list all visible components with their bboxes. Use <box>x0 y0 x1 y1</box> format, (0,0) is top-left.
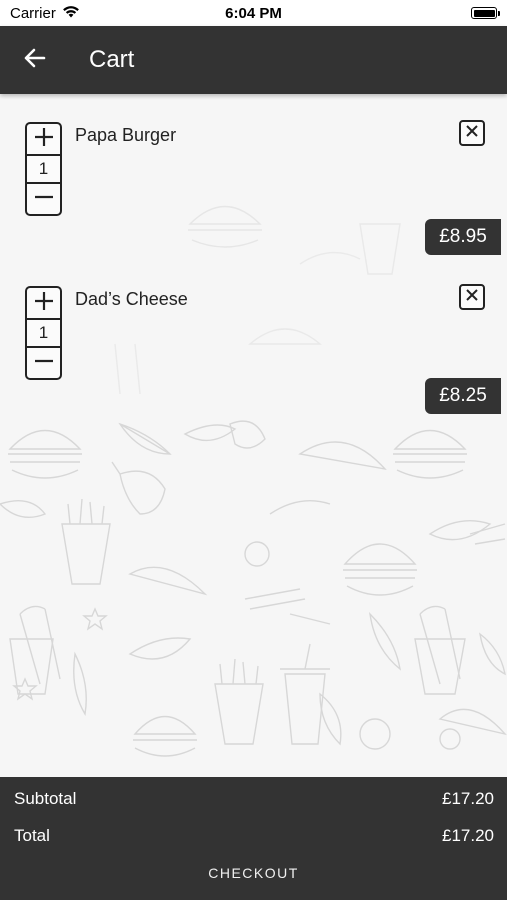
cart-item: 1 Dad’s Cheese £8.25 <box>0 284 507 436</box>
status-bar: Carrier 6:04 PM <box>0 0 507 26</box>
decrease-quantity-button[interactable] <box>27 184 60 214</box>
quantity-value: 1 <box>27 318 60 348</box>
minus-icon <box>34 187 54 212</box>
close-icon <box>465 124 479 143</box>
wifi-icon <box>62 5 80 22</box>
quantity-stepper: 1 <box>25 286 62 380</box>
decrease-quantity-button[interactable] <box>27 348 60 378</box>
app-header: Cart <box>0 26 507 94</box>
cart-content: 1 Papa Burger £8.95 1 Dad’s Cheese £8.25 <box>0 94 507 777</box>
plus-icon <box>34 127 54 152</box>
item-name: Dad’s Cheese <box>75 289 188 309</box>
increase-quantity-button[interactable] <box>27 124 60 154</box>
carrier-label: Carrier <box>10 4 56 22</box>
quantity-value: 1 <box>27 154 60 184</box>
cart-item: 1 Papa Burger £8.95 <box>0 120 507 272</box>
increase-quantity-button[interactable] <box>27 288 60 318</box>
back-button[interactable] <box>0 26 70 94</box>
total-label: Total <box>14 826 50 845</box>
subtotal-label: Subtotal <box>14 789 77 808</box>
cart-summary-footer: Subtotal £17.20 Total £17.20 CHECKOUT <box>0 777 507 900</box>
item-price-badge: £8.25 <box>425 378 501 414</box>
battery-icon <box>471 7 500 19</box>
minus-icon <box>34 351 54 376</box>
status-left: Carrier <box>10 5 80 22</box>
close-icon <box>465 288 479 307</box>
item-name: Papa Burger <box>75 125 177 145</box>
remove-item-button[interactable] <box>459 120 485 146</box>
plus-icon <box>34 291 54 316</box>
arrow-left-icon <box>24 48 46 73</box>
total-value: £17.20 <box>442 826 494 845</box>
remove-item-button[interactable] <box>459 284 485 310</box>
checkout-button[interactable]: CHECKOUT <box>0 865 507 889</box>
total-row: Total £17.20 <box>14 826 494 846</box>
quantity-stepper: 1 <box>25 122 62 216</box>
item-price-badge: £8.95 <box>425 219 501 255</box>
subtotal-value: £17.20 <box>442 789 494 808</box>
page-title: Cart <box>89 46 135 73</box>
subtotal-row: Subtotal £17.20 <box>14 789 494 809</box>
